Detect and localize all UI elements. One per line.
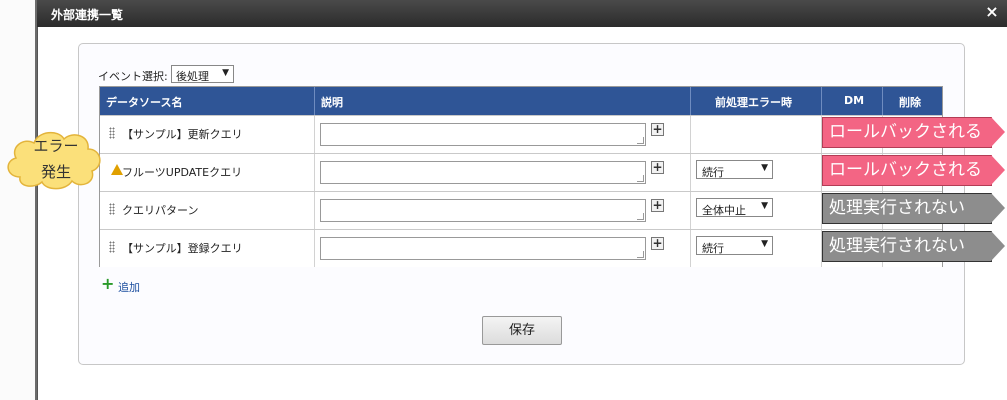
datasource-name: クエリパターン <box>122 204 199 217</box>
dropdown-arrow-icon: ▼ <box>761 163 768 173</box>
drag-handle-icon[interactable] <box>109 203 115 215</box>
datasource-name: 【サンプル】更新クエリ <box>122 128 243 141</box>
error-cloud-callout: エラー 発生 <box>0 125 112 195</box>
event-select[interactable]: 後処理 ▼ <box>171 65 234 83</box>
column-header-dm: DM <box>822 87 883 115</box>
table-row: フルーツUPDATEクエリ + 続行 ▼ <box>100 153 942 191</box>
description-input[interactable] <box>320 237 646 260</box>
close-icon[interactable]: × <box>985 4 999 20</box>
background-window-edge <box>0 0 37 400</box>
expand-plus-icon[interactable]: + <box>651 237 664 250</box>
save-button[interactable]: 保存 <box>482 316 562 345</box>
column-header-source: データソース名 <box>100 87 315 115</box>
datasource-name: 【サンプル】登録クエリ <box>122 242 243 255</box>
table-row: 【サンプル】登録クエリ + 続行 ▼ <box>100 229 942 267</box>
annotation-rollback-tag: ロールバックされる <box>822 117 1005 148</box>
error-cloud-text-line2: 発生 <box>40 163 71 181</box>
description-input[interactable] <box>320 123 646 146</box>
description-input[interactable] <box>320 199 646 222</box>
dropdown-arrow-icon: ▼ <box>761 201 768 211</box>
dialog-titlebar: 外部連携一覧 × <box>37 0 1007 27</box>
event-select-value: 後処理 <box>176 70 209 83</box>
annotation-not-executed-tag: 処理実行されない <box>822 193 1005 224</box>
error-cloud-text-line1: エラー <box>33 137 79 155</box>
expand-plus-icon[interactable]: + <box>651 199 664 212</box>
description-input[interactable] <box>320 161 646 184</box>
event-select-label: イベント選択: <box>98 70 168 83</box>
column-header-pre-error: 前処理エラー時 <box>691 87 822 115</box>
table-row: 【サンプル】更新クエリ + <box>100 115 942 153</box>
column-header-delete: 削除 <box>883 87 942 115</box>
pre-error-select[interactable]: 続行 ▼ <box>696 236 773 255</box>
expand-plus-icon[interactable]: + <box>651 123 664 136</box>
pre-error-select[interactable]: 続行 ▼ <box>696 160 773 179</box>
expand-plus-icon[interactable]: + <box>651 161 664 174</box>
annotation-rollback-tag: ロールバックされる <box>822 155 1005 186</box>
add-plus-icon: + <box>101 274 115 293</box>
dropdown-arrow-icon: ▼ <box>222 68 229 78</box>
external-link-table: データソース名 説明 前処理エラー時 DM 削除 【サンプル】更新クエリ + フ… <box>99 86 943 267</box>
dialog-title: 外部連携一覧 <box>51 8 124 22</box>
column-header-description: 説明 <box>315 87 691 115</box>
add-label: 追加 <box>118 281 140 294</box>
annotation-not-executed-tag: 処理実行されない <box>822 231 1005 262</box>
datasource-name: フルーツUPDATEクエリ <box>122 166 243 179</box>
pre-error-select[interactable]: 全体中止 ▼ <box>696 198 773 217</box>
drag-handle-icon[interactable] <box>109 241 115 253</box>
dropdown-arrow-icon: ▼ <box>761 239 768 249</box>
table-row: クエリパターン + 全体中止 ▼ <box>100 191 942 229</box>
